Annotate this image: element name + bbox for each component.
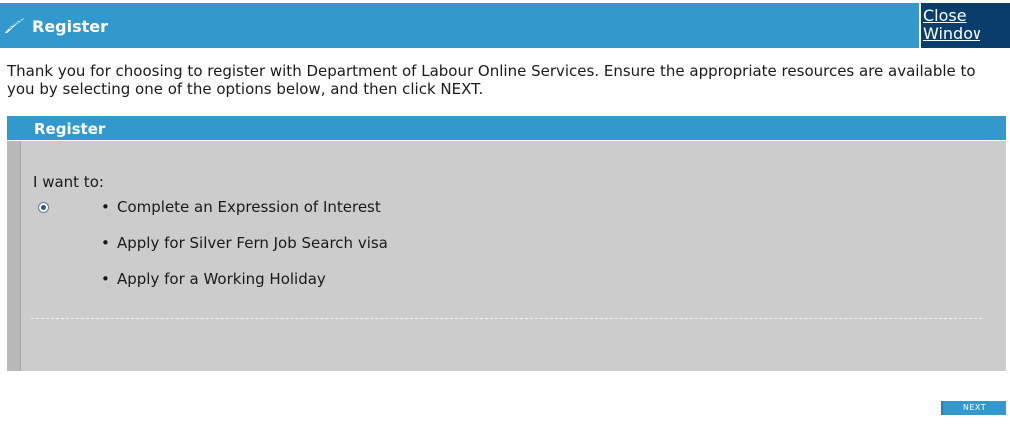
bullet-icon: • — [101, 270, 110, 288]
close-window-panel: Close Window — [919, 3, 986, 48]
list-item: • Apply for Silver Fern Job Search visa — [99, 233, 388, 269]
option-label: Apply for Silver Fern Job Search visa — [117, 234, 388, 252]
options-list: • Complete an Expression of Interest • App… — [99, 197, 388, 305]
silver-fern-icon — [5, 18, 25, 33]
register-panel-body: I want to: • Complete an Expression of In… — [7, 141, 1006, 371]
option-radio-button[interactable] — [38, 202, 49, 213]
panel-left-border — [7, 141, 21, 371]
option-label: Complete an Expression of Interest — [117, 198, 381, 216]
title-bar-corner — [980, 3, 1010, 48]
bullet-icon: • — [101, 198, 110, 216]
list-item: • Complete an Expression of Interest — [99, 197, 388, 233]
next-button[interactable]: NEXT — [941, 401, 1006, 415]
title-bar: Register Close Window — [0, 3, 1010, 48]
close-window-link[interactable]: Close Window — [923, 7, 987, 43]
radio-selected-dot — [41, 205, 46, 210]
dashed-divider — [31, 318, 982, 319]
option-label: Apply for a Working Holiday — [117, 270, 326, 288]
page-title: Register — [32, 17, 109, 36]
bullet-icon: • — [101, 234, 110, 252]
register-panel-header: Register — [7, 116, 1006, 140]
register-panel-title: Register — [34, 120, 106, 138]
list-item: • Apply for a Working Holiday — [99, 269, 388, 305]
intro-text: Thank you for choosing to register with … — [7, 62, 976, 98]
options-prompt: I want to: — [33, 173, 104, 191]
